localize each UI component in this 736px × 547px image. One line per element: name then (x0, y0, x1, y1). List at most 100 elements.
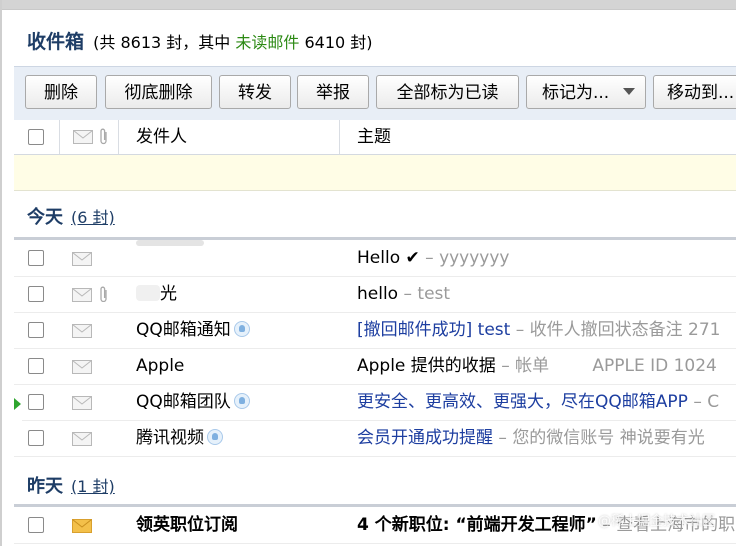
group-header-yesterday: 昨天 (1 封) (27, 472, 115, 498)
sender-text: Apple (136, 356, 185, 376)
snippet-text: 您的微信账号 神说要有光 (512, 428, 705, 448)
envelope-icon (72, 324, 92, 338)
sender-name[interactable]: QQ邮箱团队 (136, 384, 250, 420)
snippet-separator: – (498, 428, 507, 448)
subject-text: 更安全、更高效、更强大，尽在QQ邮箱APP (357, 392, 688, 412)
group-title: 今天 (27, 207, 63, 228)
email-row[interactable]: 腾讯视频 会员开通成功提醒 – 您的微信账号 神说要有光 (14, 420, 736, 457)
envelope-icon (72, 252, 92, 266)
sender-name[interactable]: QQ邮箱通知 (136, 312, 250, 348)
snippet-separator: – (425, 248, 434, 268)
envelope-icon (72, 519, 92, 533)
row-checkbox[interactable] (28, 322, 44, 338)
subject-cell[interactable]: Hello ✔ – yyyyyyy (357, 240, 736, 276)
stats-prefix: (共 (93, 33, 116, 52)
email-row[interactable]: QQ邮箱通知 [撤回邮件成功] test – 收件人撤回状态备注 271 (14, 312, 736, 349)
row-checkbox[interactable] (28, 250, 44, 266)
subject-text: 4 个新职位: “前端开发工程师” (357, 515, 597, 535)
email-row[interactable]: QQ邮箱团队 更安全、更高效、更强大，尽在QQ邮箱APP – C (22, 384, 736, 421)
email-row[interactable]: Apple Apple 提供的收据 – 帐单 APPLE ID 1024 (14, 348, 736, 385)
sender-name[interactable]: 腾讯视频 (136, 420, 223, 456)
watermark: @稀土掘金技术社区 (598, 514, 716, 529)
qq-verified-icon (233, 321, 250, 337)
move-to-dropdown[interactable]: 移动到... (653, 75, 736, 109)
snippet-text: C (707, 392, 720, 412)
redacted-sender (136, 285, 160, 301)
subject-text: [撤回邮件成功] test (357, 320, 511, 340)
envelope-icon[interactable] (73, 130, 93, 144)
sender-text: QQ邮箱团队 (136, 392, 231, 412)
paperclip-icon[interactable] (100, 128, 108, 145)
envelope-icon (72, 396, 92, 410)
column-divider (118, 120, 119, 154)
row-checkbox[interactable] (28, 286, 44, 302)
delete-permanent-button[interactable]: 彻底删除 (105, 75, 212, 109)
subject-cell[interactable]: 更安全、更高效、更强大，尽在QQ邮箱APP – C (357, 384, 736, 420)
email-row[interactable]: Hello ✔ – yyyyyyy (14, 240, 736, 277)
sender-column-header[interactable]: 发件人 (136, 120, 187, 154)
move-to-label: 移动到... (667, 83, 735, 103)
group-title: 昨天 (27, 476, 63, 497)
sender-name[interactable]: Apple (136, 348, 184, 384)
envelope-icon (72, 432, 92, 446)
total-count: 8613 (120, 33, 162, 52)
sender-name[interactable] (136, 240, 204, 276)
qq-verified-icon (233, 393, 250, 409)
unread-link[interactable]: 未读邮件 (235, 33, 299, 52)
subject-cell[interactable]: 会员开通成功提醒 – 您的微信账号 神说要有光 (357, 420, 736, 456)
forward-button[interactable]: 转发 (219, 75, 291, 109)
subject-text: 会员开通成功提醒 (357, 428, 493, 448)
mail-stats: (共 8613 封，其中 未读邮件 6410 封) (93, 33, 372, 52)
unread-count: 6410 (304, 33, 346, 52)
redacted-sender (136, 240, 204, 246)
snippet-separator: – (403, 284, 413, 304)
sender-text: QQ邮箱通知 (136, 320, 231, 340)
snippet-separator: – (693, 392, 702, 412)
envelope-icon (72, 360, 92, 374)
subject-column-header[interactable]: 主题 (357, 120, 391, 154)
subject-text: Apple 提供的收据 (357, 356, 496, 376)
inbox-header: 收件箱 (共 8613 封，其中 未读邮件 6410 封) (27, 29, 373, 55)
qq-verified-icon (207, 429, 223, 445)
current-row-arrow-icon (14, 398, 21, 410)
select-all-checkbox[interactable] (28, 129, 44, 145)
row-checkbox[interactable] (28, 394, 44, 410)
row-checkbox[interactable] (28, 430, 44, 446)
snippet-separator: – (515, 320, 525, 340)
subject-cell[interactable]: [撤回邮件成功] test – 收件人撤回状态备注 271 (357, 312, 736, 348)
snippet-text: 收件人撤回状态备注 271 (529, 320, 721, 340)
stats-mid: 封，其中 (166, 33, 231, 52)
list-column-header: 发件人 主题 (14, 120, 736, 155)
subject-cell[interactable]: hello – test (357, 276, 736, 312)
delete-button[interactable]: 删除 (25, 75, 97, 109)
row-checkbox[interactable] (28, 358, 44, 374)
email-row[interactable]: 光 hello – test (14, 276, 736, 313)
group-count-link[interactable]: (1 封) (71, 477, 115, 496)
paperclip-icon (100, 286, 107, 302)
snippet-text: yyyyyyy (439, 248, 510, 268)
mark-as-label: 标记为... (542, 83, 610, 103)
column-divider (59, 120, 60, 154)
sender-text: 光 (160, 284, 177, 304)
snippet-text: test (417, 284, 451, 304)
mark-as-dropdown[interactable]: 标记为... (526, 75, 646, 109)
page-title: 收件箱 (27, 31, 85, 53)
row-checkbox[interactable] (28, 517, 44, 533)
group-count-link[interactable]: (6 封) (71, 208, 115, 227)
mark-all-read-button[interactable]: 全部标为已读 (376, 75, 519, 109)
column-divider (339, 120, 340, 154)
subject-text: hello (357, 284, 399, 304)
subject-cell[interactable]: Apple 提供的收据 – 帐单 APPLE ID 1024 (357, 348, 736, 384)
snippet-separator: – (501, 356, 510, 376)
subject-text: Hello ✔ (357, 248, 420, 268)
stats-suffix: 封) (350, 33, 373, 52)
sender-text: 领英职位订阅 (136, 515, 238, 535)
snippet-text: 帐单 APPLE ID 1024 (515, 356, 717, 376)
toolbar: 删除 彻底删除 转发 举报 全部标为已读 标记为... 移动到... (14, 66, 736, 121)
chevron-down-icon (623, 88, 636, 95)
report-button[interactable]: 举报 (297, 75, 369, 109)
notice-bar (14, 155, 736, 191)
envelope-icon (72, 288, 92, 302)
sender-name[interactable]: 领英职位订阅 (136, 507, 238, 543)
sender-name[interactable]: 光 (136, 276, 177, 312)
